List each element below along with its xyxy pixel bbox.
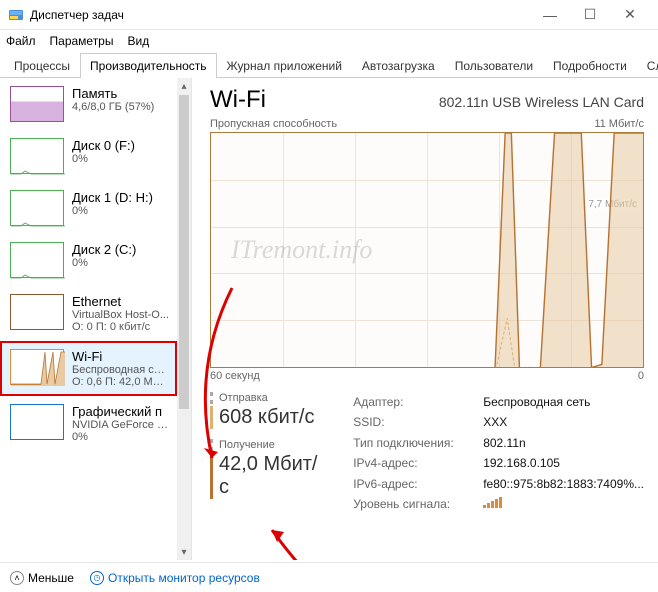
- tab-startup[interactable]: Автозагрузка: [352, 53, 445, 78]
- sidebar-item-sub: VirtualBox Host-O...: [72, 309, 169, 321]
- sidebar-item-title: Wi-Fi: [72, 349, 169, 364]
- chart-x-left: 60 секунд: [210, 370, 260, 382]
- tab-app-history[interactable]: Журнал приложений: [217, 53, 352, 78]
- sidebar-thumb: [10, 190, 64, 226]
- sidebar-thumb: [10, 349, 64, 385]
- sidebar-item-sub: NVIDIA GeForce GT 4: [72, 419, 169, 431]
- prop-ipv4-k: IPv4-адрес:: [353, 453, 483, 473]
- prop-adapter-k: Адаптер:: [353, 392, 483, 412]
- signal-bars-icon: [483, 494, 502, 514]
- open-resource-monitor-link[interactable]: ◷ Открыть монитор ресурсов: [90, 571, 260, 585]
- sidebar-item-sub: Беспроводная сеть: [72, 364, 169, 376]
- sidebar-item-sub: 0%: [72, 205, 153, 217]
- sidebar-thumb: [10, 242, 64, 278]
- sidebar-thumb: [10, 86, 64, 122]
- recv-value: 42,0 Мбит/с: [210, 453, 327, 499]
- sidebar-item-sub: 0%: [72, 257, 136, 269]
- monitor-icon: ◷: [90, 571, 104, 585]
- sidebar-item-title: Диск 0 (F:): [72, 138, 135, 153]
- tab-processes[interactable]: Процессы: [4, 53, 80, 78]
- adapter-name: 802.11n USB Wireless LAN Card: [439, 94, 644, 110]
- sidebar-item-2[interactable]: Диск 1 (D: H:)0%: [0, 182, 177, 234]
- sidebar-scrollbar[interactable]: ▴ ▾: [177, 78, 191, 560]
- chevron-up-icon: ˄: [10, 571, 24, 585]
- menu-file[interactable]: Файл: [6, 34, 36, 48]
- tab-performance[interactable]: Производительность: [80, 53, 216, 78]
- chart-max-label: 11 Мбит/с: [594, 118, 644, 130]
- prop-ssid-k: SSID:: [353, 412, 483, 432]
- prop-signal-k: Уровень сигнала:: [353, 494, 483, 514]
- scroll-down-icon[interactable]: ▾: [177, 544, 191, 560]
- chart-x-right: 0: [638, 370, 644, 382]
- scroll-thumb[interactable]: [179, 95, 189, 409]
- sidebar-item-title: Ethernet: [72, 294, 169, 309]
- tab-details[interactable]: Подробности: [543, 53, 637, 78]
- window-title: Диспетчер задач: [30, 8, 530, 22]
- footer: ˄ Меньше ◷ Открыть монитор ресурсов: [0, 562, 658, 592]
- prop-ipv4-v: 192.168.0.105: [483, 453, 560, 473]
- menu-options[interactable]: Параметры: [50, 34, 114, 48]
- close-button[interactable]: ✕: [610, 0, 650, 30]
- sidebar-item-0[interactable]: Память4,6/8,0 ГБ (57%): [0, 78, 177, 130]
- sidebar-item-title: Диск 2 (C:): [72, 242, 136, 257]
- sidebar: Память4,6/8,0 ГБ (57%)Диск 0 (F:)0%Диск …: [0, 78, 192, 560]
- properties: Адаптер:Беспроводная сеть SSID:XXX Тип п…: [353, 392, 644, 514]
- sidebar-item-1[interactable]: Диск 0 (F:)0%: [0, 130, 177, 182]
- sidebar-item-sub2: 0%: [72, 431, 169, 443]
- fewer-button[interactable]: ˄ Меньше: [10, 571, 74, 585]
- scroll-up-icon[interactable]: ▴: [177, 78, 191, 94]
- annotation-arrow-2: [252, 518, 332, 560]
- sidebar-item-sub2: О: 0 П: 0 кбит/с: [72, 321, 169, 333]
- menu-view[interactable]: Вид: [127, 34, 149, 48]
- prop-conn-k: Тип подключения:: [353, 433, 483, 453]
- monitor-label: Открыть монитор ресурсов: [108, 571, 260, 585]
- maximize-button[interactable]: ☐: [570, 0, 610, 30]
- sidebar-item-sub: 4,6/8,0 ГБ (57%): [72, 101, 154, 113]
- sidebar-thumb: [10, 138, 64, 174]
- prop-adapter-v: Беспроводная сеть: [483, 392, 590, 412]
- sidebar-item-3[interactable]: Диск 2 (C:)0%: [0, 234, 177, 286]
- prop-ssid-v: XXX: [483, 412, 507, 432]
- send-label: Отправка: [210, 392, 327, 404]
- sidebar-thumb: [10, 294, 64, 330]
- app-icon: [8, 7, 24, 23]
- send-value: 608 кбит/с: [210, 406, 327, 429]
- sidebar-item-title: Диск 1 (D: H:): [72, 190, 153, 205]
- sidebar-item-4[interactable]: EthernetVirtualBox Host-O...О: 0 П: 0 кб…: [0, 286, 177, 341]
- chart-label: Пропускная способность: [210, 118, 337, 130]
- sidebar-item-title: Графический п: [72, 404, 169, 419]
- sidebar-item-sub2: О: 0,6 П: 42,0 Мбит/: [72, 376, 169, 388]
- throughput-chart: 7,7 Мбит/с ITremont.info: [210, 132, 644, 368]
- tab-users[interactable]: Пользователи: [445, 53, 543, 78]
- tabbar: Процессы Производительность Журнал прило…: [0, 52, 658, 78]
- recv-label: Получение: [210, 439, 327, 451]
- page-title: Wi-Fi: [210, 86, 266, 114]
- sidebar-item-5[interactable]: Wi-FiБеспроводная сетьО: 0,6 П: 42,0 Мби…: [0, 341, 177, 396]
- fewer-label: Меньше: [28, 571, 74, 585]
- prop-conn-v: 802.11n: [483, 433, 526, 453]
- main-panel: Wi-Fi 802.11n USB Wireless LAN Card Проп…: [192, 78, 658, 560]
- sidebar-item-sub: 0%: [72, 153, 135, 165]
- titlebar: Диспетчер задач — ☐ ✕: [0, 0, 658, 30]
- sidebar-thumb: [10, 404, 64, 440]
- sidebar-item-title: Память: [72, 86, 154, 101]
- prop-ipv6-k: IPv6-адрес:: [353, 474, 483, 494]
- menubar: Файл Параметры Вид: [0, 30, 658, 52]
- prop-ipv6-v: fe80::975:8b82:1883:7409%...: [483, 474, 644, 494]
- tab-services[interactable]: Службы: [637, 53, 658, 78]
- minimize-button[interactable]: —: [530, 0, 570, 30]
- sidebar-item-6[interactable]: Графический пNVIDIA GeForce GT 40%: [0, 396, 177, 451]
